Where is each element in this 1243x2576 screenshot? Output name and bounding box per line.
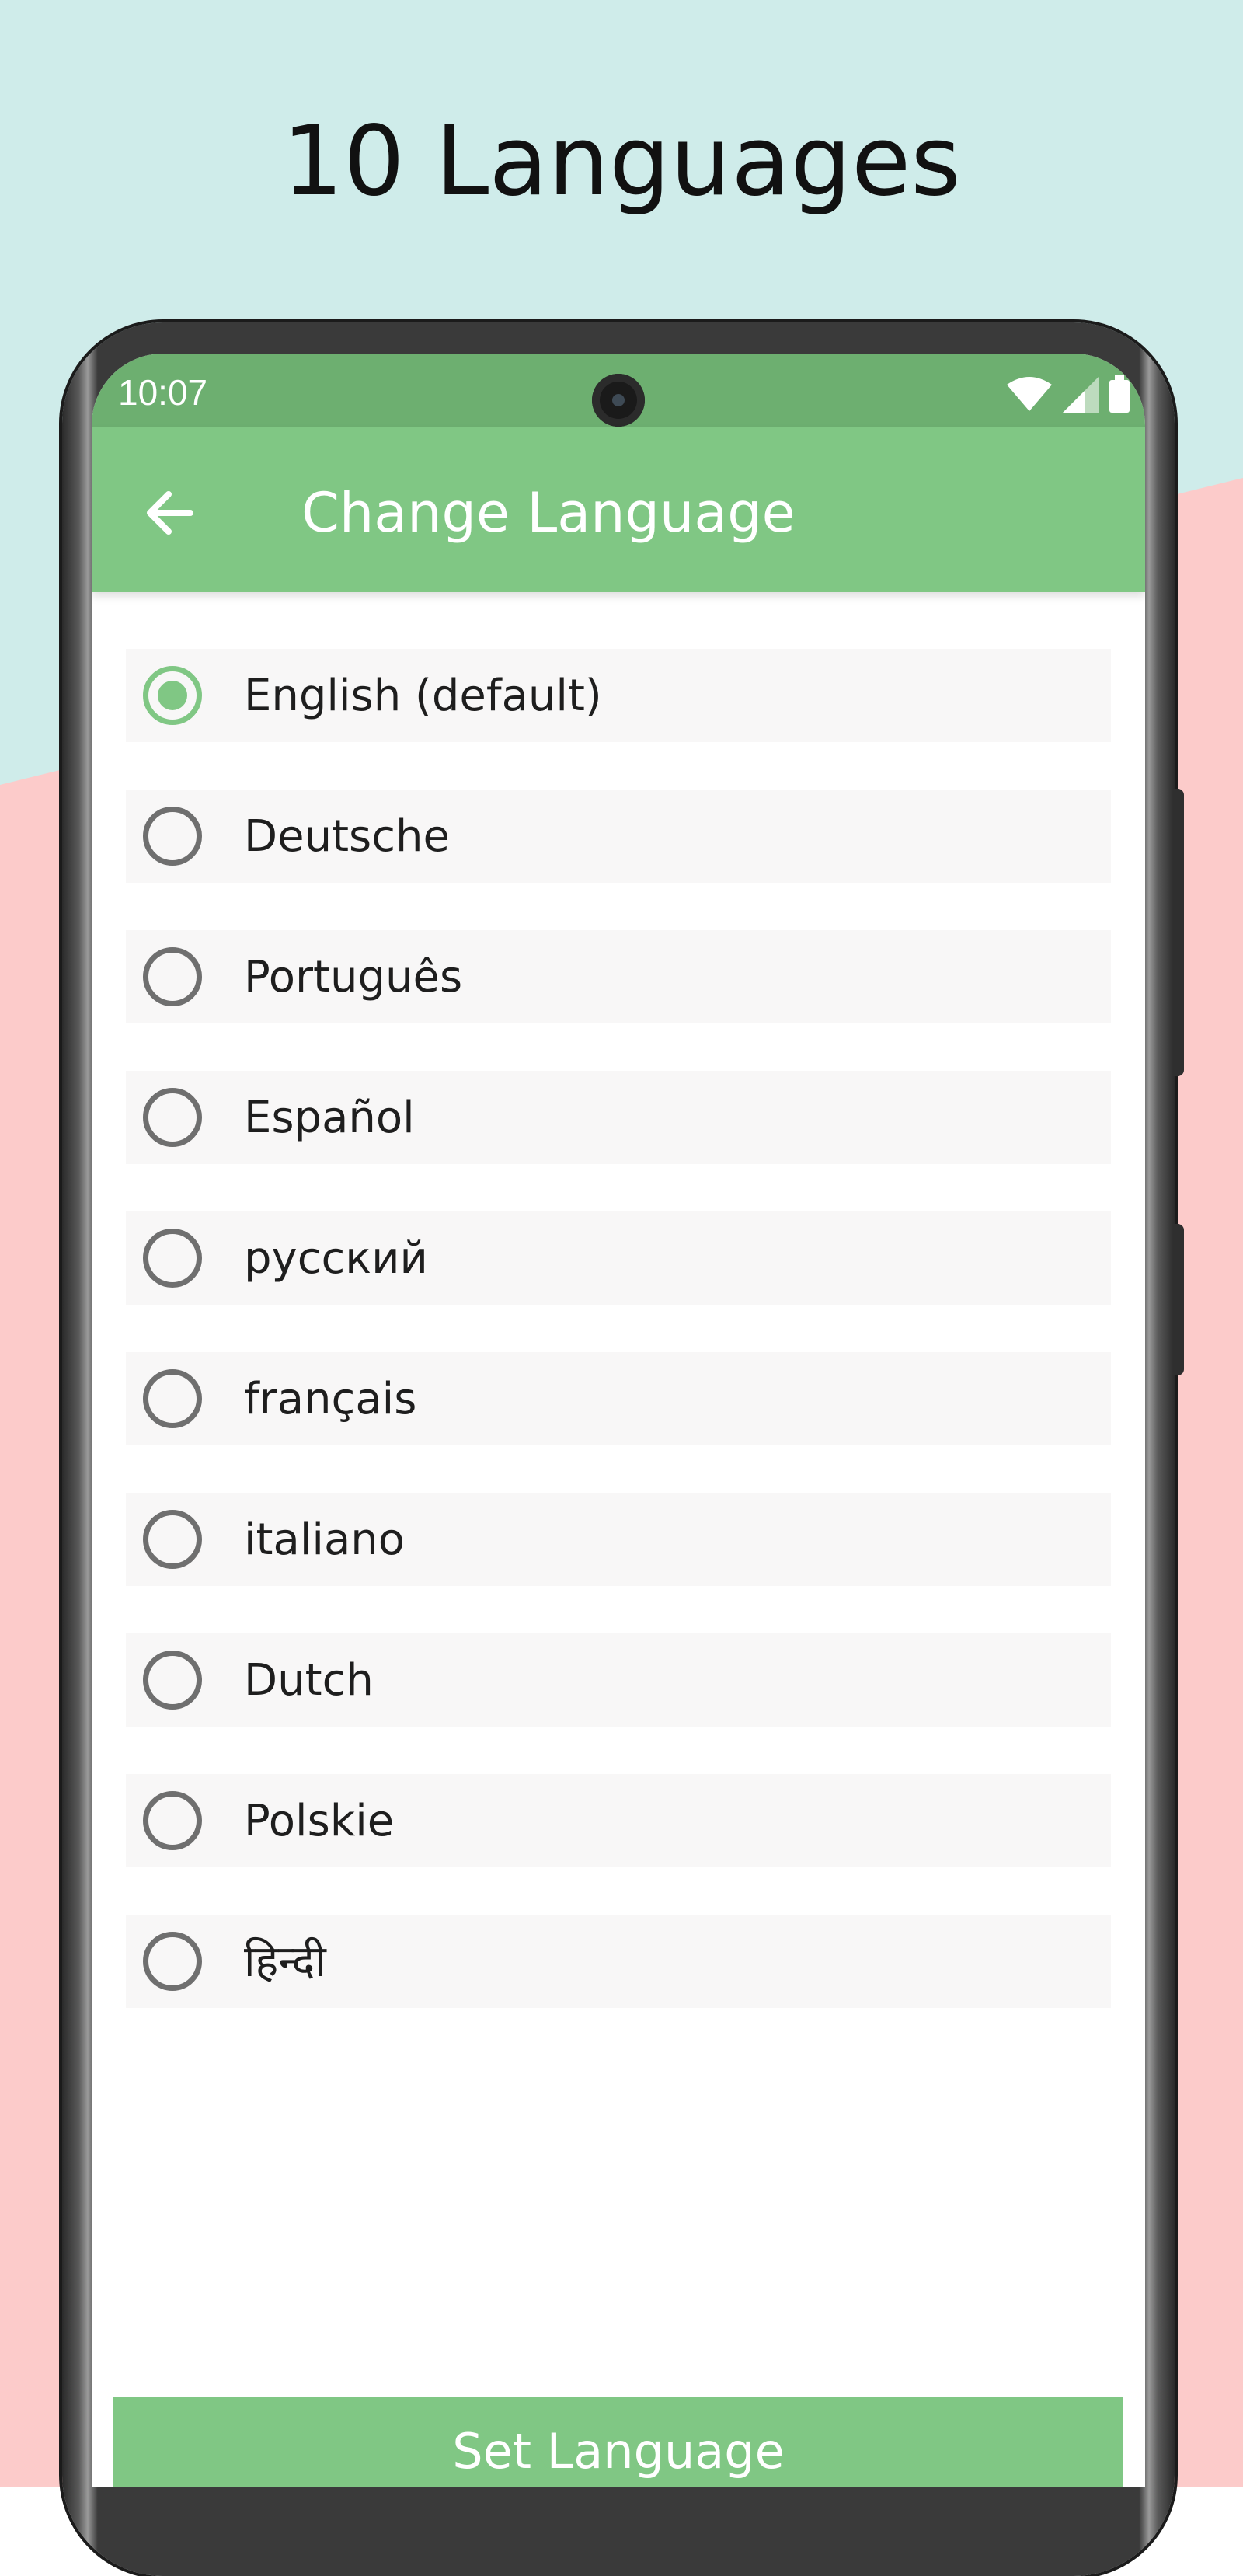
language-label: Português: [244, 952, 463, 1002]
phone-volume-button: [1173, 789, 1184, 1076]
phone-screen: 10:07 Change Language English (default) …: [92, 354, 1145, 2487]
battery-icon: [1109, 375, 1130, 413]
language-label: italiano: [244, 1515, 406, 1565]
language-label: Deutsche: [244, 811, 450, 862]
language-label: English (default): [244, 671, 602, 721]
language-label: हिन्दी: [244, 1936, 326, 1987]
language-label: русский: [244, 1233, 428, 1284]
language-list: English (default) Deutsche Português Esp…: [126, 649, 1111, 2055]
arrow-left-icon: [147, 491, 193, 535]
radio-button[interactable]: [143, 1932, 202, 1991]
wifi-icon: [1007, 377, 1052, 411]
front-camera: [592, 374, 645, 427]
signal-icon: [1063, 377, 1099, 413]
radio-button-selected[interactable]: [143, 666, 202, 725]
app-bar: Change Language: [92, 427, 1145, 592]
language-option-polskie[interactable]: Polskie: [126, 1774, 1111, 1867]
promo-headline: 10 Languages: [282, 106, 961, 218]
language-option-italiano[interactable]: italiano: [126, 1493, 1111, 1586]
back-button[interactable]: [138, 482, 200, 544]
language-option-francais[interactable]: français: [126, 1352, 1111, 1445]
language-label: Polskie: [244, 1796, 395, 1846]
page-title: Change Language: [301, 481, 796, 545]
status-bar: 10:07: [92, 354, 1145, 427]
phone-power-button: [1173, 1224, 1184, 1375]
language-option-deutsche[interactable]: Deutsche: [126, 790, 1111, 883]
radio-button[interactable]: [143, 1651, 202, 1710]
language-option-dutch[interactable]: Dutch: [126, 1633, 1111, 1727]
language-label: Dutch: [244, 1655, 374, 1706]
radio-button[interactable]: [143, 1088, 202, 1147]
language-option-english[interactable]: English (default): [126, 649, 1111, 742]
radio-button[interactable]: [143, 807, 202, 866]
radio-button[interactable]: [143, 1369, 202, 1428]
set-language-button[interactable]: Set Language: [113, 2397, 1123, 2487]
radio-button[interactable]: [143, 1791, 202, 1850]
language-option-portugues[interactable]: Português: [126, 930, 1111, 1023]
language-label: français: [244, 1374, 417, 1424]
language-option-russian[interactable]: русский: [126, 1211, 1111, 1305]
language-option-espanol[interactable]: Español: [126, 1071, 1111, 1164]
language-label: Español: [244, 1093, 415, 1143]
radio-button[interactable]: [143, 947, 202, 1006]
language-option-hindi[interactable]: हिन्दी: [126, 1915, 1111, 2008]
radio-button[interactable]: [143, 1510, 202, 1569]
status-icons: [1007, 375, 1130, 413]
radio-button[interactable]: [143, 1229, 202, 1288]
status-time: 10:07: [118, 372, 208, 413]
